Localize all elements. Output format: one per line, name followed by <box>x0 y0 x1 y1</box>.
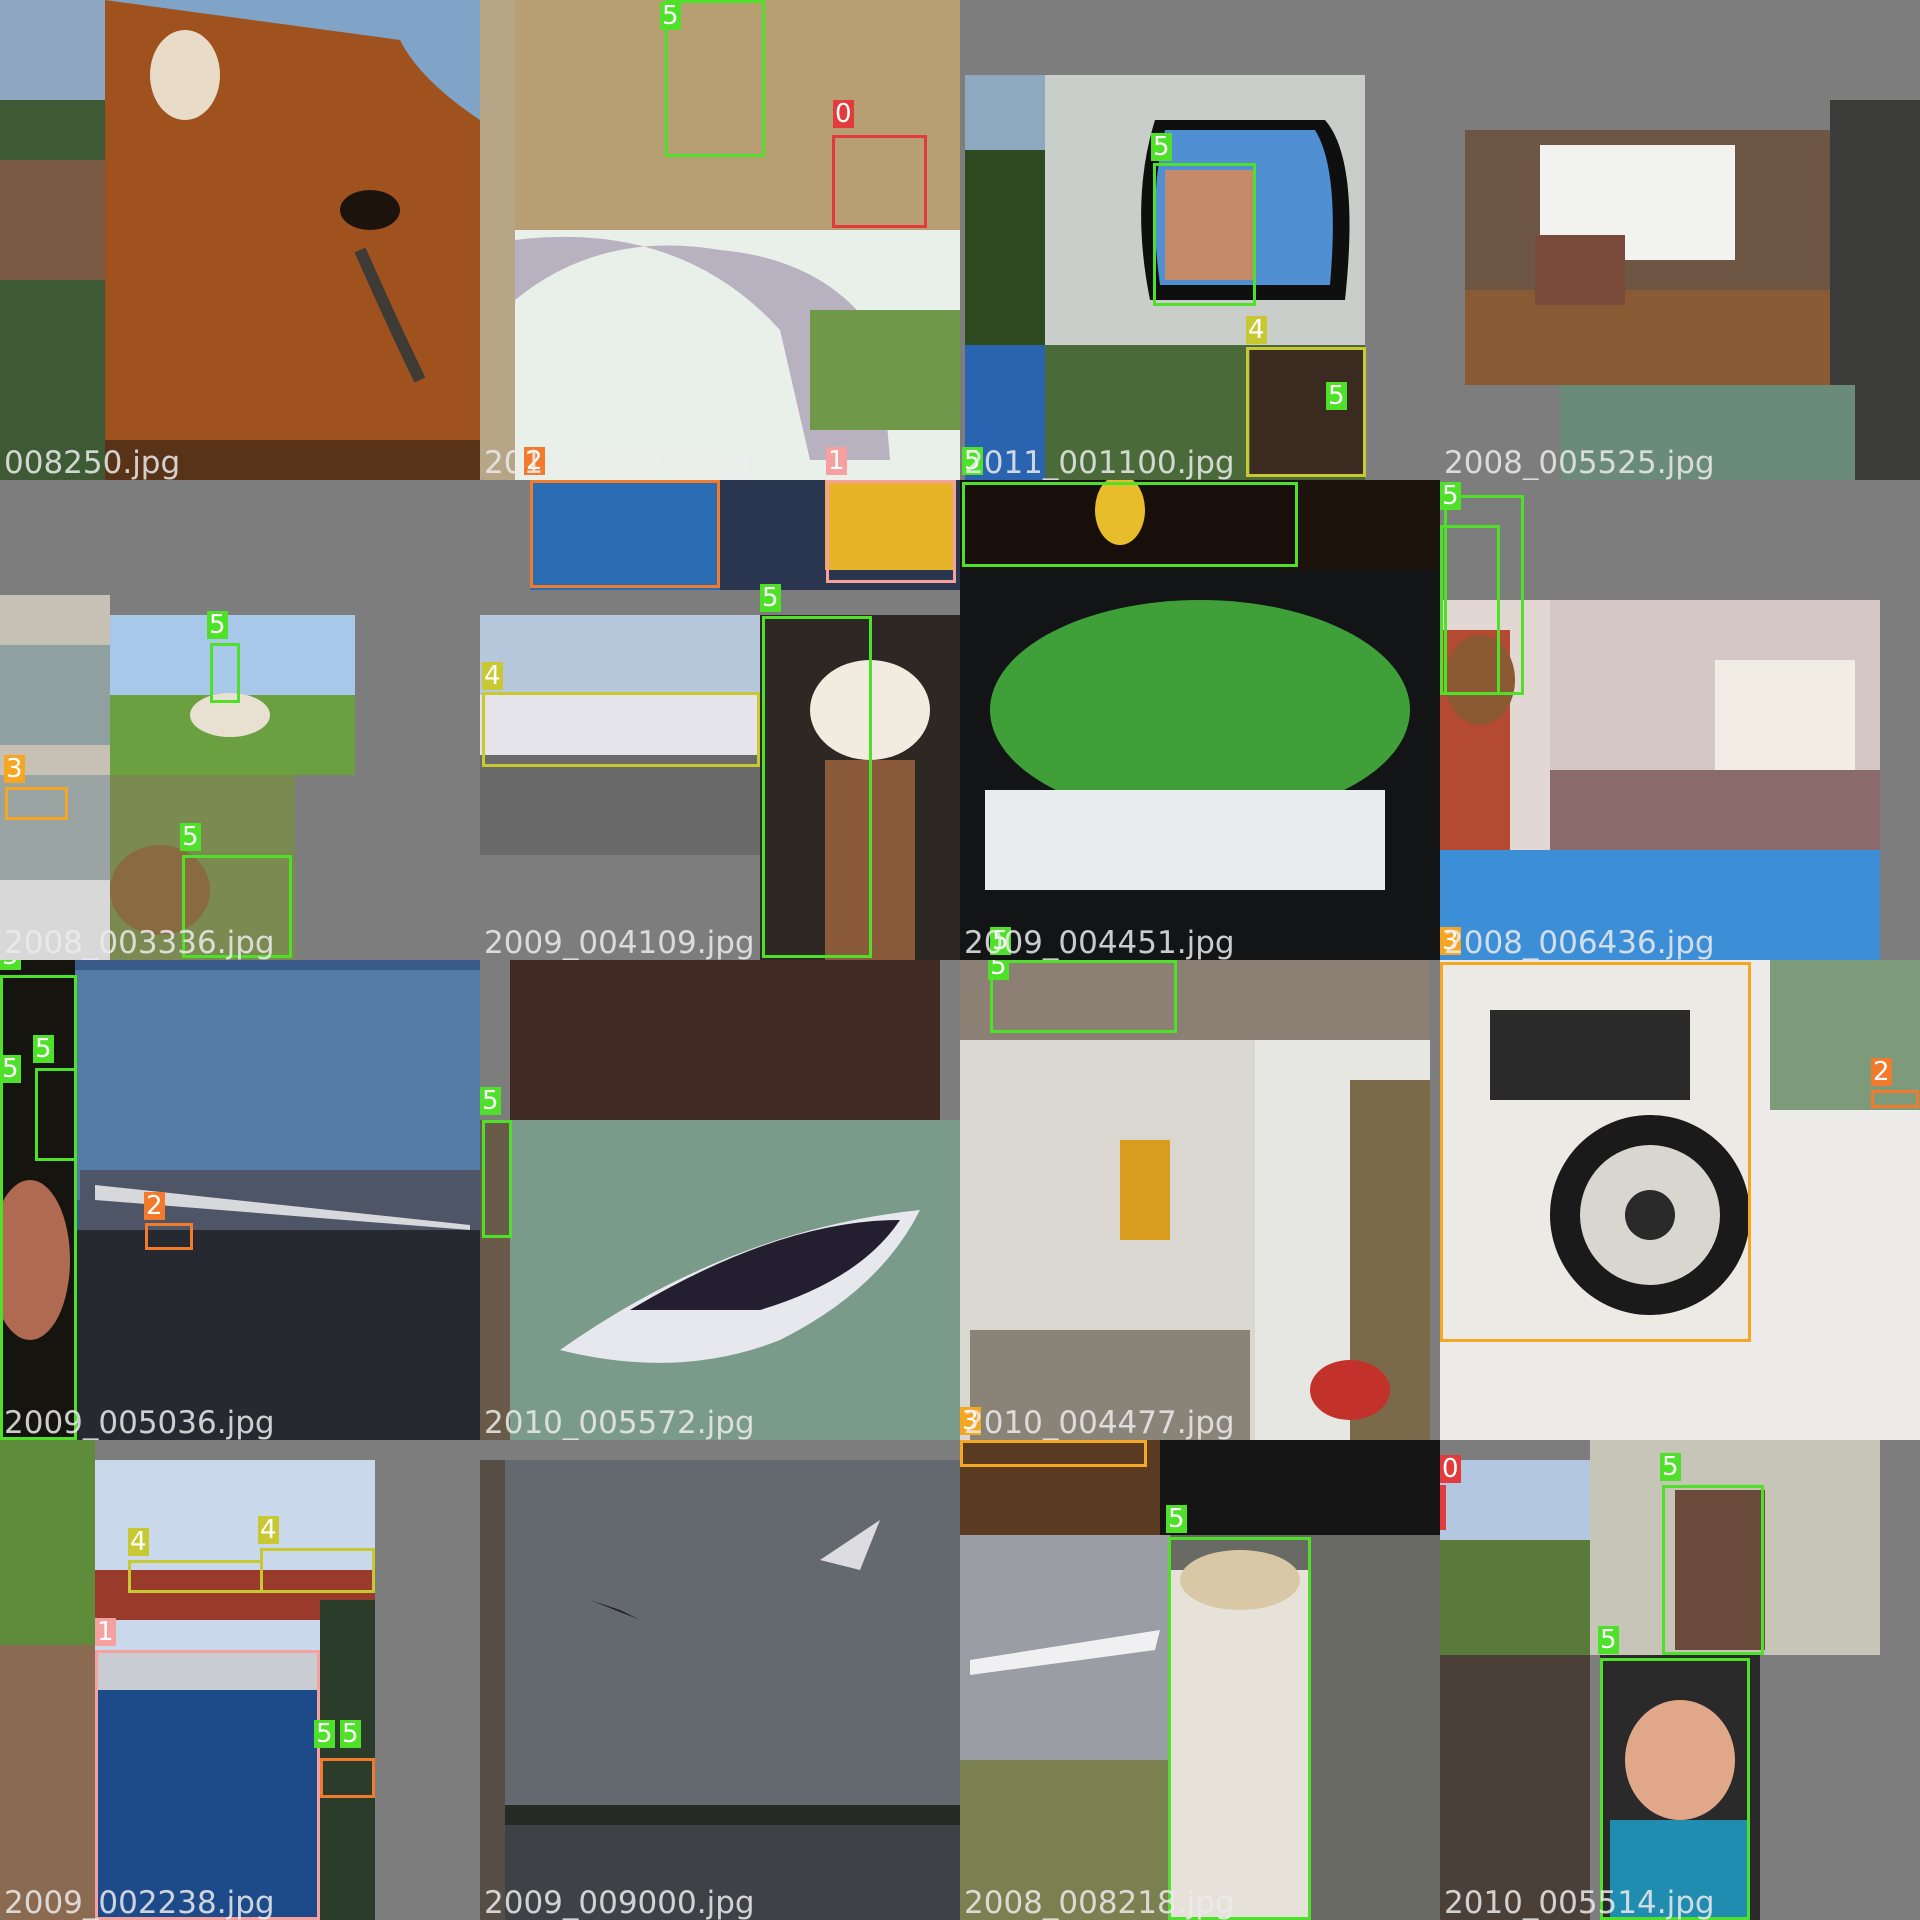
detection-box <box>320 1758 375 1798</box>
class-label: 5 <box>0 1054 21 1084</box>
empty-room-image <box>1440 0 1920 480</box>
tile-bird: 5 2010_005572.jpg <box>480 960 960 1440</box>
class-label: 5 <box>0 960 21 970</box>
filename-label: 2010_005369.jpg <box>484 445 755 480</box>
filename-label: 2008_006436.jpg <box>1444 925 1715 960</box>
detection-box <box>35 1068 77 1161</box>
detection-box <box>1440 1485 1446 1530</box>
class-label: 4 <box>128 1527 149 1557</box>
class-label: 4 <box>258 1515 279 1545</box>
tile-horse-eye: 008250.jpg <box>0 0 480 480</box>
filename-label: 2009_005036.jpg <box>4 1405 275 1440</box>
detection-box <box>990 960 1177 1033</box>
class-label: 5 <box>340 1719 361 1749</box>
filename-label: 2009_009000.jpg <box>484 1885 755 1920</box>
detection-box <box>530 480 720 588</box>
class-label: 2 <box>144 1191 165 1221</box>
filename-label: 2009_004451.jpg <box>964 925 1235 960</box>
filename-label: 2008_008218.jpg <box>964 1885 1235 1920</box>
detection-box <box>1168 1537 1311 1920</box>
class-label: 5 <box>760 583 781 613</box>
tile-train-dog: 4 5 2009_004109.jpg <box>480 480 960 960</box>
class-label: 1 <box>95 1617 116 1647</box>
seagulls-image <box>480 1440 960 1920</box>
class-label: 5 <box>1326 381 1347 411</box>
class-label: 1 <box>826 446 847 476</box>
detection-box <box>145 1223 193 1250</box>
detection-box <box>1662 1485 1764 1655</box>
horse-eye-image <box>0 0 480 480</box>
tile-airplane: 5 5 5 2 2009_005036.jpg <box>0 960 480 1440</box>
detection-box <box>832 135 927 228</box>
filename-label: 2010_005572.jpg <box>484 1405 755 1440</box>
class-label: 4 <box>1246 315 1267 345</box>
detection-box <box>482 1120 512 1238</box>
filename-label: 2009_002238.jpg <box>4 1885 275 1920</box>
tile-hat-man-plane: 5 2008_008218.jpg <box>960 1440 1440 1920</box>
filename-label: 2009_004109.jpg <box>484 925 755 960</box>
tile-faces-kitchen: 0 5 5 2010_005514.jpg <box>1440 1440 1920 1920</box>
tile-boy-couch: 5 3 2008_006436.jpg <box>1440 480 1920 960</box>
bird-image <box>480 960 960 1440</box>
class-label: 5 <box>1151 132 1172 162</box>
class-label: 5 <box>180 822 201 852</box>
class-label: 5 <box>480 1086 501 1116</box>
detection-box <box>95 1650 320 1920</box>
class-label: 5 <box>1440 481 1461 511</box>
detection-box <box>1440 525 1500 695</box>
detection-box <box>260 1548 375 1593</box>
detection-box <box>210 643 240 703</box>
class-label: 5 <box>1598 1625 1619 1655</box>
class-label: 3 <box>4 754 25 784</box>
tile-bus-train: 4 4 1 5 5 2009_002238.jpg <box>0 1440 480 1920</box>
detection-box <box>826 480 956 583</box>
filename-label: 2011_001498.jpg <box>1444 1405 1715 1440</box>
tile-car-mirror: 5 4 5 5 2011_001100.jpg <box>960 0 1440 480</box>
detection-box <box>762 616 872 958</box>
class-label: 2 <box>1871 1057 1892 1087</box>
tile-painted-room: 5 3 2010_004477.jpg <box>960 960 1440 1440</box>
class-label: 0 <box>1440 1454 1461 1484</box>
class-label: 5 <box>660 1 681 31</box>
detection-box <box>962 482 1298 567</box>
detection-box <box>5 787 68 820</box>
class-label: 0 <box>833 99 854 129</box>
filename-label: 2008_003336.jpg <box>4 925 275 960</box>
tile-seagulls: 2009_009000.jpg <box>480 1440 960 1920</box>
class-label: 5 <box>988 960 1009 980</box>
filename-label: 008250.jpg <box>4 445 181 480</box>
class-label: 5 <box>1166 1504 1187 1534</box>
tile-motorbike: 2 2011_001498.jpg <box>1440 960 1920 1440</box>
class-label: 5 <box>1660 1452 1681 1482</box>
tile-horse-flowers: 5 0 2 1 2010_005369.jpg <box>480 0 960 480</box>
tile-rider-collage: 5 3 5 2008_003336.jpg <box>0 480 480 960</box>
class-label: 5 <box>207 610 228 640</box>
filename-label: 2011_001100.jpg <box>964 445 1235 480</box>
detection-box <box>482 692 760 767</box>
detection-box <box>1440 962 1751 1342</box>
detection-box <box>1246 347 1366 477</box>
detection-box <box>128 1560 263 1593</box>
detection-box <box>1600 1658 1750 1920</box>
detection-box <box>1871 1090 1919 1108</box>
detection-box <box>960 1440 1147 1467</box>
mosaic-grid: 008250.jpg 5 0 2 1 2010_005369.jpg 5 4 5… <box>0 0 1920 1920</box>
filename-label: 2008_005525.jpg <box>1444 445 1715 480</box>
class-label: 5 <box>33 1034 54 1064</box>
class-label: 4 <box>482 661 503 691</box>
filename-label: 2010_005514.jpg <box>1444 1885 1715 1920</box>
tile-empty-room: 2008_005525.jpg <box>1440 0 1920 480</box>
filename-label: 2010_004477.jpg <box>964 1405 1235 1440</box>
detection-box <box>1153 163 1256 306</box>
tile-mint-plant: 5 2009_004451.jpg <box>960 480 1440 960</box>
class-label: 5 <box>314 1719 335 1749</box>
